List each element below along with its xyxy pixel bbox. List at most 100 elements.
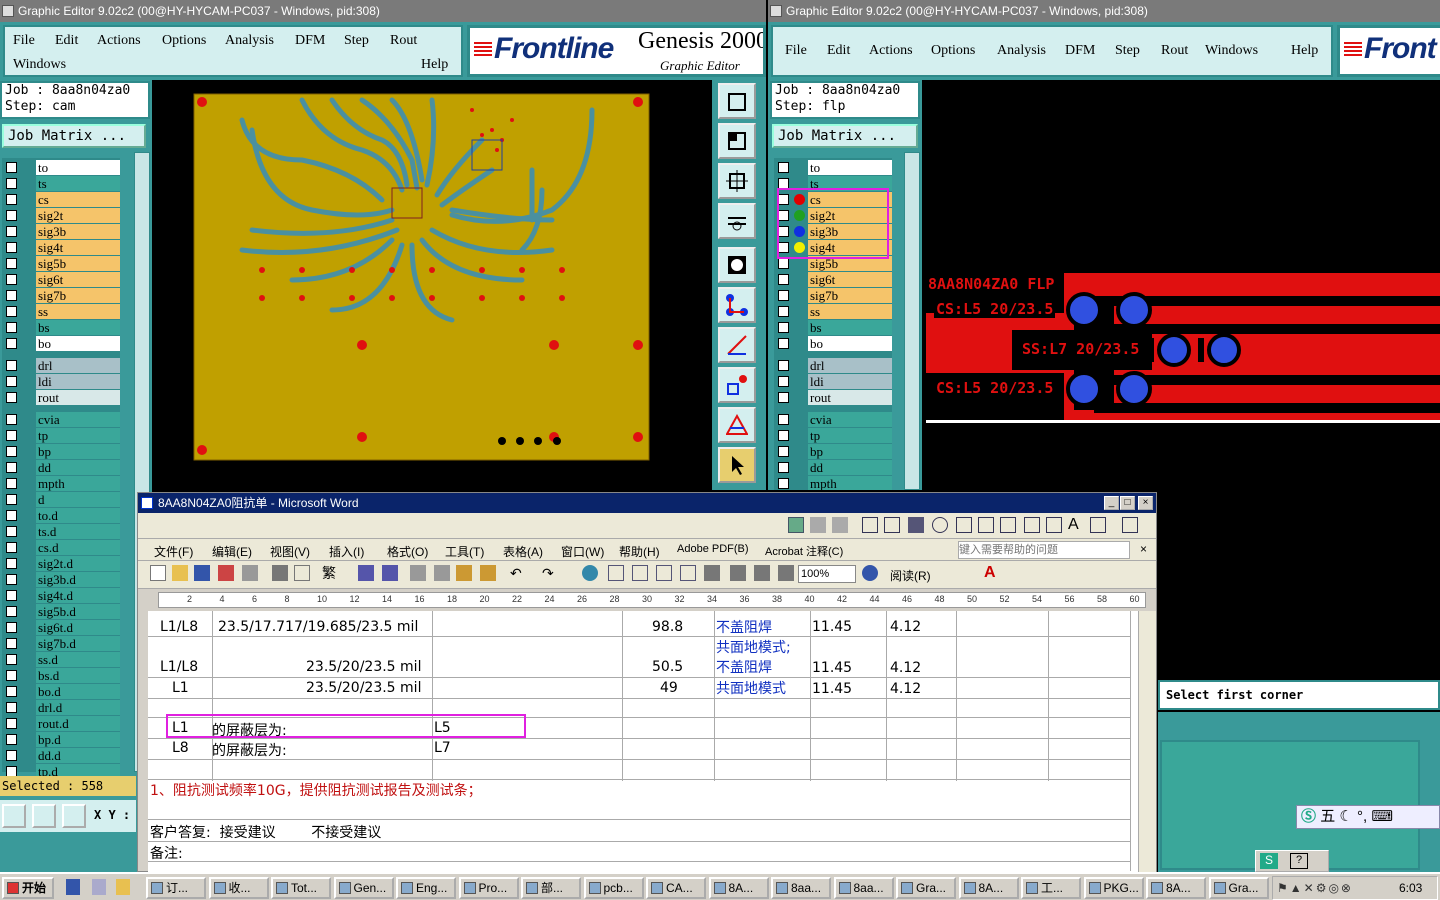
hyperlink-icon[interactable] [582,565,598,581]
layer-row-cs[interactable]: cs [2,192,120,207]
layer-checkbox[interactable] [778,162,789,173]
left-window-titlebar[interactable]: Graphic Editor 9.02c2 (00@HY-HYCAM-PC037… [0,0,766,22]
taskbar-item[interactable]: 8A... [1146,877,1206,899]
taskbar-item[interactable]: CA... [646,877,706,899]
taskbar-item[interactable]: Gra... [896,877,956,899]
drc-button[interactable] [718,407,756,443]
taskbar-item[interactable]: pcb... [583,877,644,899]
layer-checkbox[interactable] [6,462,17,473]
layer-row-ss[interactable]: ss [2,304,120,319]
layer-row-bp.d[interactable]: bp.d [2,732,120,747]
layer-checkbox[interactable] [6,290,17,301]
layer-checkbox[interactable] [6,178,17,189]
layer-checkbox[interactable] [6,734,17,745]
menu-edit[interactable]: Edit [55,33,78,49]
menu-tools[interactable]: 工具(T) [445,543,484,560]
layer-row-d[interactable]: d [2,492,120,507]
layer-checkbox[interactable] [778,322,789,333]
taskbar-item[interactable]: Eng... [396,877,456,899]
layer-row-ldi[interactable]: ldi [2,374,120,389]
layer-row-rout[interactable]: rout [774,390,892,405]
menu-step[interactable]: Step [344,33,369,49]
drawing-icon[interactable] [704,565,720,581]
layer-checkbox[interactable] [6,702,17,713]
spin-icon[interactable] [1024,517,1040,533]
layer-checkbox[interactable] [778,446,789,457]
checkbox-icon[interactable] [862,517,878,533]
menu-insert[interactable]: 插入(I) [329,543,364,560]
layer-checkbox[interactable] [6,306,17,317]
layer-checkbox[interactable] [778,258,789,269]
menu-dfm[interactable]: DFM [295,33,325,49]
layer-row-cvia[interactable]: cvia [2,412,120,427]
layer-row-dd[interactable]: dd [774,460,892,475]
layer-row-bp[interactable]: bp [2,444,120,459]
layer-checkbox[interactable] [6,526,17,537]
layer-checkbox[interactable] [778,306,789,317]
s-icon[interactable]: S [1260,853,1278,869]
pcb-canvas[interactable] [152,80,766,490]
layer-row-tp[interactable]: tp [774,428,892,443]
layer-checkbox[interactable] [6,510,17,521]
layer-row-bs.d[interactable]: bs.d [2,668,120,683]
layer-checkbox[interactable] [6,606,17,617]
format-painter-icon[interactable] [480,565,496,581]
menu-acrobat[interactable]: Acrobat 注释(C) [765,543,843,559]
layer-checkbox[interactable] [6,558,17,569]
snap-button[interactable] [718,367,756,403]
layer-row-sig6t[interactable]: sig6t [774,272,892,287]
menu-file[interactable]: File [785,43,807,59]
layer-checkbox[interactable] [6,242,17,253]
font-color-icon[interactable]: A [984,565,1000,581]
layer-checkbox[interactable] [6,574,17,585]
menu-view[interactable]: 视图(V) [270,543,310,560]
zoom-select[interactable]: 100% [798,565,856,583]
menu-actions[interactable]: Actions [97,33,141,49]
layer-checkbox[interactable] [6,654,17,665]
ime-toolbar[interactable]: Ⓢ 五 ☾ °, ⌨ [1296,805,1440,829]
layer-row-sig4t[interactable]: sig4t [2,240,120,255]
layer-checkbox[interactable] [778,290,789,301]
ruler-bar[interactable]: 2 4 6 8 10 12 14 16 18 20 22 24 26 28 30 32 34 36 38 40 42 44… [158,592,1146,608]
layer-row-dd.d[interactable]: dd.d [2,748,120,763]
layer-row-ts.d[interactable]: ts.d [2,524,120,539]
layer-row-sig6t.d[interactable]: sig6t.d [2,620,120,635]
layer-checkbox[interactable] [6,494,17,505]
permission-icon[interactable] [218,565,234,581]
taskbar-item[interactable]: 工... [1021,877,1081,899]
layer-checkbox[interactable] [6,360,17,371]
menu-edit[interactable]: 编辑(E) [212,543,252,560]
job-matrix-button[interactable]: Job Matrix ... [772,124,918,148]
pan-button[interactable] [718,203,756,239]
layer-checkbox[interactable] [6,542,17,553]
menu-step[interactable]: Step [1115,43,1140,59]
layer-checkbox[interactable] [6,338,17,349]
layer-row-sig7b[interactable]: sig7b [774,288,892,303]
menu-rout[interactable]: Rout [390,33,417,49]
radio-icon[interactable] [932,517,948,533]
read-button[interactable]: 阅读(R) [890,567,931,584]
zoom-in-button[interactable] [718,123,756,159]
menu-file[interactable]: File [13,33,35,49]
copy-icon[interactable] [434,565,450,581]
menu-actions[interactable]: Actions [869,43,913,59]
email-icon[interactable] [242,565,258,581]
layer-checkbox[interactable] [778,430,789,441]
taskbar-item[interactable]: Pro... [458,877,519,899]
job-matrix-button[interactable]: Job Matrix ... [2,124,146,148]
maximize-button[interactable]: □ [1120,496,1135,510]
layer-row-bs[interactable]: bs [2,320,120,335]
layer-row-sig5b[interactable]: sig5b [2,256,120,271]
tables-borders-icon[interactable] [608,565,624,581]
taskbar-item[interactable]: 8aa... [833,877,894,899]
ime-moon-icon[interactable]: ☾ °, [1339,808,1367,825]
undo-icon[interactable]: ↶ [510,565,526,581]
layer-checkbox[interactable] [6,750,17,761]
help-icon[interactable] [862,565,878,581]
keyboard-icon[interactable]: ⌨ [1371,808,1393,825]
layer-checkbox[interactable] [6,376,17,387]
layer-checkbox[interactable] [778,462,789,473]
track-changes-icon[interactable] [788,517,804,533]
menu-table[interactable]: 表格(A) [503,543,543,560]
doc-map-icon[interactable] [730,565,746,581]
